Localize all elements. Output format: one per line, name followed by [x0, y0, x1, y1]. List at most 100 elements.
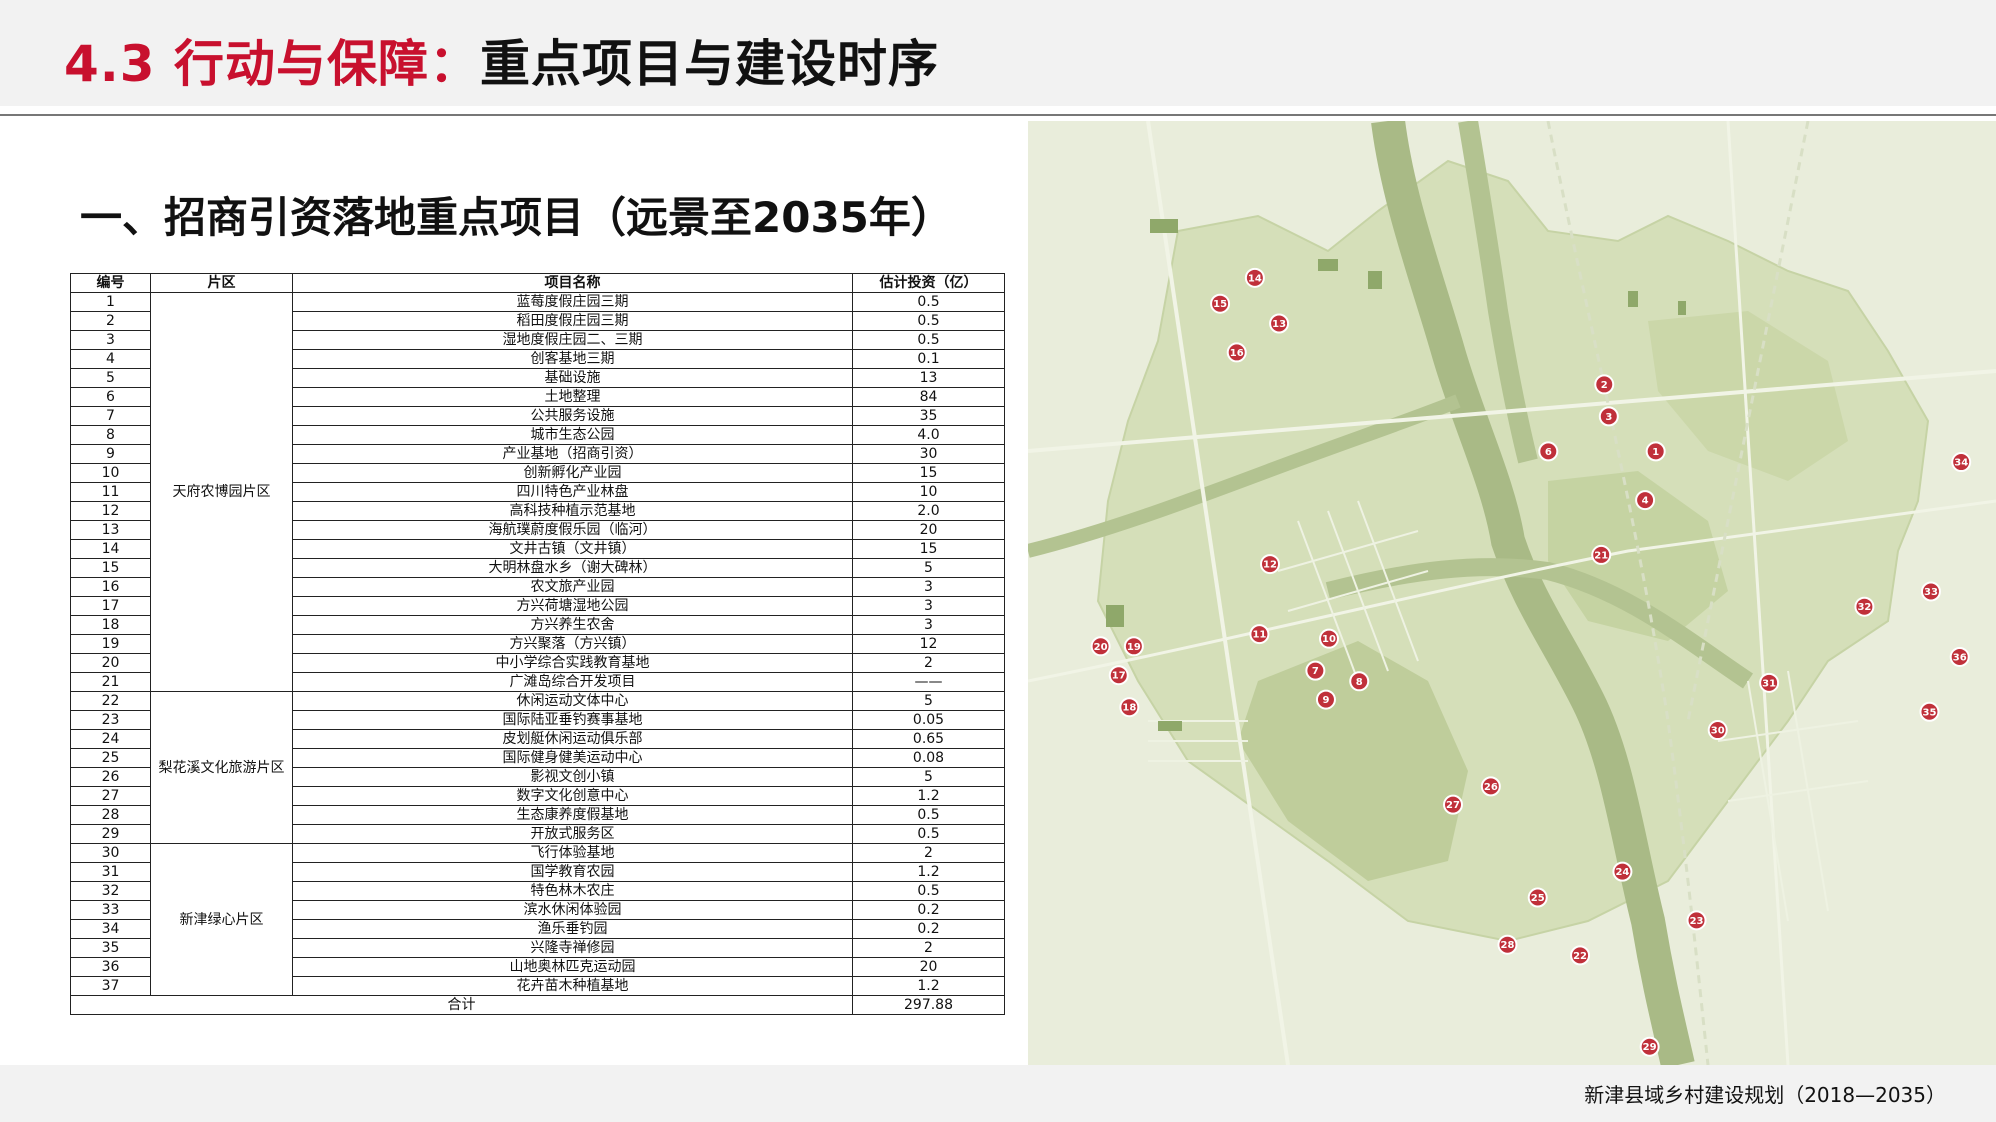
table-row: 1 天府农博园片区 蓝莓度假庄园三期 0.5: [70, 292, 1005, 692]
project-marker: 1: [1645, 441, 1666, 462]
header-divider: [0, 114, 1996, 116]
cell-project: 方兴聚落（方兴镇）: [292, 634, 853, 654]
cell-project: 中小学综合实践教育基地: [292, 653, 853, 673]
cell-project: 海航璞蔚度假乐园（临河）: [292, 520, 853, 540]
cell-no: 14: [70, 539, 151, 559]
cell-investment: 0.05: [852, 710, 1005, 730]
cell-investment: 0.5: [852, 881, 1005, 901]
project-marker: 20: [1090, 636, 1111, 657]
marker-label: 30: [1711, 726, 1725, 737]
project-marker: 26: [1480, 776, 1501, 797]
project-marker: 25: [1527, 887, 1548, 908]
title-red-part: 行动与保障：: [174, 35, 480, 93]
project-marker: 14: [1244, 267, 1265, 288]
project-marker: 18: [1119, 697, 1140, 718]
footer-bar: 新津县域乡村建设规划（2018—2035）: [0, 1065, 1996, 1122]
project-marker: 12: [1260, 554, 1280, 575]
table-total-row: 合计 297.88: [70, 995, 1005, 1015]
cell-no: 36: [70, 957, 151, 977]
project-marker: 2: [1594, 374, 1615, 395]
cell-project: 产业基地（招商引资）: [292, 444, 853, 464]
marker-label: 17: [1112, 671, 1126, 682]
project-marker: 34: [1951, 452, 1972, 473]
project-marker: 16: [1226, 342, 1247, 363]
cell-project: 四川特色产业林盘: [292, 482, 853, 502]
project-marker: 4: [1635, 490, 1656, 511]
table-header-row: 编号 片区 项目名称 估计投资（亿）: [70, 273, 1005, 293]
cell-project: 数字文化创意中心: [292, 786, 853, 806]
cell-no: 23: [70, 710, 151, 730]
cell-no: 19: [70, 634, 151, 654]
cell-project: 高科技种植示范基地: [292, 501, 853, 521]
cell-project: 基础设施: [292, 368, 853, 388]
marker-label: 28: [1501, 940, 1515, 951]
project-marker: 32: [1854, 596, 1875, 617]
project-marker: 6: [1538, 441, 1559, 462]
marker-label: 31: [1762, 678, 1776, 689]
project-marker: 33: [1920, 581, 1941, 602]
cell-investment: 30: [852, 444, 1005, 464]
cell-project: 生态康养度假基地: [292, 805, 853, 825]
marker-label: 26: [1484, 782, 1498, 793]
project-marker: 3: [1598, 406, 1619, 427]
project-marker: 21: [1591, 544, 1612, 565]
cell-no: 18: [70, 615, 151, 635]
marker-label: 18: [1122, 703, 1136, 714]
title-number: 4.3: [64, 35, 156, 93]
cell-no: 33: [70, 900, 151, 920]
cell-investment: 2.0: [852, 501, 1005, 521]
marker-label: 8: [1356, 677, 1363, 688]
marker-label: 7: [1312, 666, 1319, 677]
project-marker: 9: [1315, 689, 1336, 710]
cell-investment: 2: [852, 843, 1005, 863]
project-marker: 13: [1269, 313, 1290, 334]
cell-no: 9: [70, 444, 151, 464]
cell-no: 10: [70, 463, 151, 483]
total-value: 297.88: [852, 995, 1005, 1015]
cell-no: 20: [70, 653, 151, 673]
marker-label: 13: [1272, 319, 1286, 330]
marker-label: 3: [1605, 412, 1612, 423]
marker-label: 34: [1954, 458, 1968, 469]
marker-label: 20: [1094, 642, 1108, 653]
total-label: 合计: [70, 995, 853, 1015]
cell-project: 兴隆寺禅修园: [292, 938, 853, 958]
cell-investment: 5: [852, 767, 1005, 787]
cell-investment: 12: [852, 634, 1005, 654]
marker-label: 29: [1643, 1042, 1657, 1053]
cell-no: 15: [70, 558, 151, 578]
cell-investment: ——: [852, 672, 1005, 692]
cell-investment: 15: [852, 463, 1005, 483]
cell-investment: 5: [852, 558, 1005, 578]
cell-no: 17: [70, 596, 151, 616]
cell-project: 皮划艇休闲运动俱乐部: [292, 729, 853, 749]
project-marker: 35: [1919, 701, 1940, 722]
cell-project: 山地奥林匹克运动园: [292, 957, 853, 977]
cell-investment: 4.0: [852, 425, 1005, 445]
marker-label: 19: [1127, 642, 1141, 653]
cell-no: 31: [70, 862, 151, 882]
cell-investment: 3: [852, 615, 1005, 635]
header-project: 项目名称: [292, 273, 853, 293]
cell-investment: 1.2: [852, 976, 1005, 996]
header-bar: 4.3 行动与保障：重点项目与建设时序: [0, 0, 1996, 106]
cell-no: 2: [70, 311, 151, 331]
cell-investment: 0.5: [852, 330, 1005, 350]
cell-no: 1: [70, 292, 151, 312]
cell-area: 新津绿心片区: [150, 843, 293, 996]
page-title: 4.3 行动与保障：重点项目与建设时序: [64, 24, 939, 96]
cell-investment: 1.2: [852, 786, 1005, 806]
header-investment: 估计投资（亿）: [852, 273, 1005, 293]
cell-no: 7: [70, 406, 151, 426]
cell-no: 26: [70, 767, 151, 787]
marker-label: 9: [1322, 695, 1329, 706]
cell-investment: 20: [852, 957, 1005, 977]
cell-area: 天府农博园片区: [150, 292, 293, 692]
marker-label: 35: [1922, 707, 1936, 718]
cell-no: 3: [70, 330, 151, 350]
cell-project: 渔乐垂钓园: [292, 919, 853, 939]
marker-label: 21: [1594, 550, 1608, 561]
project-marker: 29: [1639, 1036, 1660, 1057]
projects-table: 编号 片区 项目名称 估计投资（亿） 1 天府农博园片区 蓝莓度假庄园三期 0.5 2 稻…: [70, 273, 1005, 1015]
project-marker: 27: [1443, 794, 1464, 815]
